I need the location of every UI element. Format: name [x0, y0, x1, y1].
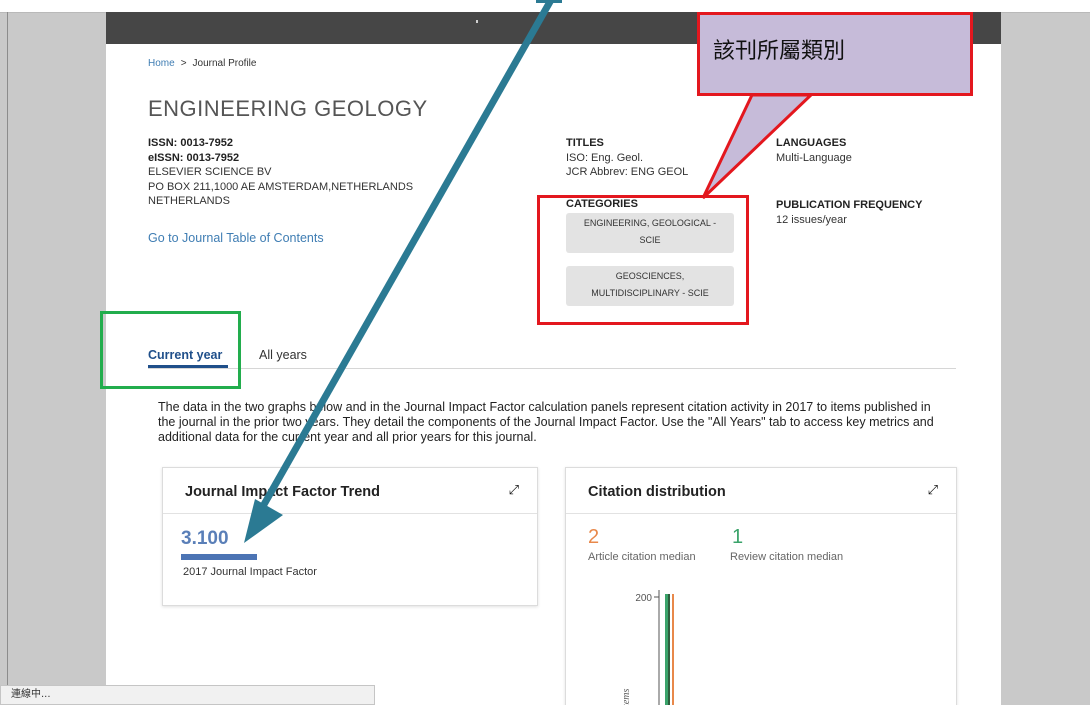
callout-pointer [701, 93, 815, 200]
annotation-arrows [244, 0, 815, 543]
arrow-line [258, 0, 555, 510]
browser-status-bar: 連線中... [0, 685, 375, 705]
arrow-head [244, 499, 283, 543]
callout-text: 該刊所屬類別 [713, 39, 846, 64]
